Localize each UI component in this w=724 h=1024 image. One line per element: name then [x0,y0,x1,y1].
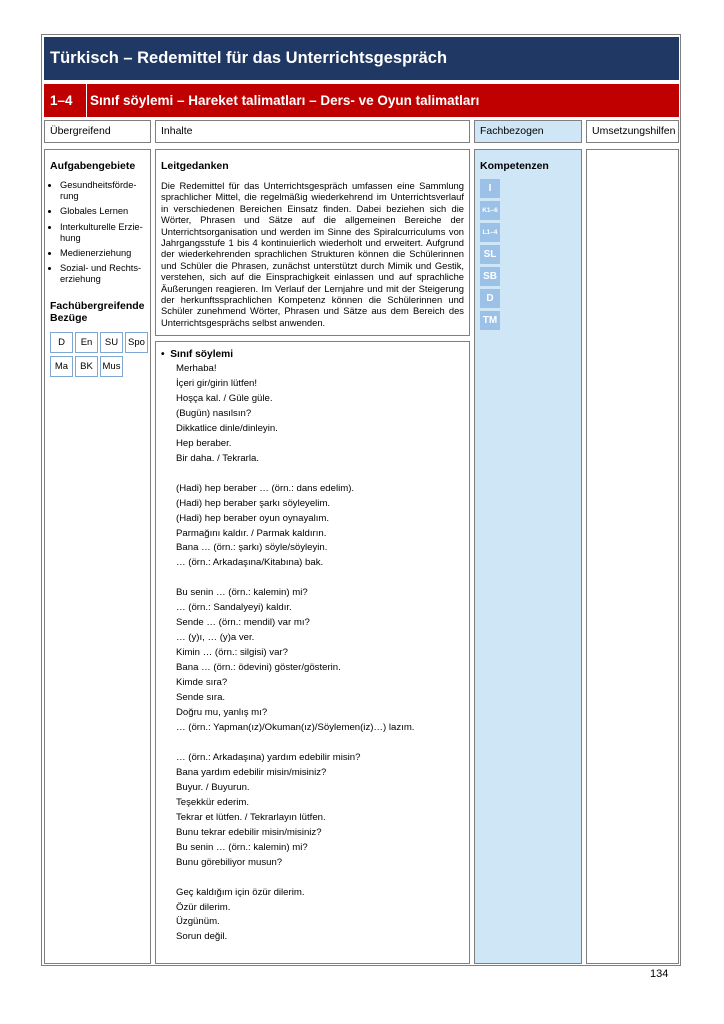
fachbezuege-tags: D En SU Spo Ma BK Mus [50,331,150,380]
phrase-list: Merhaba! İçeri gir/girin lütfen! Hoşça kal… [161,362,464,945]
fach-tag: Spo [125,331,148,353]
aufgabengebiete-list: Gesundheitsförde-rung Globales Lernen Inte… [50,180,145,286]
phrase-line: … (örn.: Arkadaşına/Kitabına) bak. [176,557,324,569]
phrase-line: Tekrar et lütfen. / Tekrarlayın lütfen. [176,811,326,823]
phrase-line: Doğru mu, yanlış mı? [176,707,268,719]
phrase-line: Hoşça kal. / Güle güle. [176,392,273,404]
leitgedanken-title: Leitgedanken [161,160,229,172]
phrase-line: Bana … (örn.: şarkı) söyle/söyleyin. [176,542,328,554]
phrase-line: Kimin … (örn.: silgisi) var? [176,647,288,659]
phrase-line: (Hadi) hep beraber oyun oynayalım. [176,512,330,524]
kompetenz-badges: I K1–6 L1–4 SL SB D TM [480,179,576,330]
fach-tag: Ma [50,355,73,377]
aufgabengebiete-title: Aufgabengebiete [50,160,136,172]
phrase-line: … (örn.: Yapman(ız)/Okuman(ız)/Söylemen(… [176,721,415,733]
aufgabengebiet-item: Sozial- und Rechts-erziehung [60,263,145,285]
phrase-line: Geç kaldığım için özür dilerim. [176,886,305,898]
header-uebergreifend: Übergreifend [44,120,151,143]
kompetenz-badge: SB [480,267,500,286]
phrase-line: Bunu tekrar edebilir misin/misiniz? [176,826,322,838]
phrases-heading: • Sınıf söylemi [161,349,234,360]
phrase-line: Bir daha. / Tekrarla. [176,452,260,464]
phrase-line: … (örn.: Sandalyeyi) kaldır. [176,602,292,614]
phrase-line: Sende … (örn.: mendil) var mı? [176,617,310,629]
kompetenz-badge: TM [480,311,500,330]
phrase-line: Bana … (örn.: ödevini) göster/gösterin. [176,662,341,674]
phrase-line: Özür dilerim. [176,901,231,913]
section-number: 1–4 [44,84,87,117]
aufgabengebiet-item: Globales Lernen [60,206,145,217]
kompetenz-badge: D [480,289,500,308]
section-header: 1–4 Sınıf söylemi – Hareket talimatları … [44,84,679,117]
phrase-group-gap [161,571,464,586]
phrase-group-gap [161,467,464,482]
phrase-line: (Hadi) hep beraber … (örn.: dans edelim)… [176,482,355,494]
phrase-line: Bana yardım edebilir misin/misiniz? [176,766,327,778]
phrase-line: (Hadi) hep beraber şarkı söyleyelim. [176,497,331,509]
fachuebergreifend-title: Fachübergreifende Bezüge [50,299,145,324]
phrase-line: Üzgünüm. [176,916,220,928]
phrase-line: (Bugün) nasılsın? [176,407,252,419]
header-fachbezogen: Fachbezogen [474,120,582,143]
fach-tag: BK [75,355,98,377]
phrase-line: Sorun değil. [176,931,228,943]
phrase-line: Bunu görebiliyor musun? [176,856,283,868]
phrase-line: Bu senin … (örn.: kalemin) mi? [176,841,308,853]
section-title: Sınıf söylemi – Hareket talimatları – De… [90,93,480,108]
leitgedanken-text: Die Redemittel für das Unterrichtsgesprä… [161,180,464,328]
page-number: 134 [650,968,669,980]
phrase-line: … (örn.: Arkadaşına) yardım edebilir mis… [176,751,361,763]
page-title: Türkisch – Redemittel für das Unterricht… [44,37,679,80]
aufgabengebiete-column: Aufgabengebiete Gesundheitsförde-rung Glo… [44,149,151,964]
phrase-line: Hep beraber. [176,437,232,449]
kompetenzen-column: Kompetenzen I K1–6 L1–4 SL SB D TM [474,149,582,964]
phrase-line: Teşekkür ederim. [176,796,250,808]
phrase-line: İçeri gir/girin lütfen! [176,377,258,389]
phrase-line: Merhaba! [176,363,217,374]
phrase-line: Bu senin … (örn.: kalemin) mi? [176,587,308,599]
phrase-line: … (y)ı, … (y)a ver. [176,632,255,644]
phrases-box: • Sınıf söylemi Merhaba! İçeri gir/girin … [155,341,470,964]
aufgabengebiet-item: Medienerziehung [60,248,145,259]
phrase-group-gap [161,871,464,886]
leitgedanken-box: Leitgedanken Die Redemittel für das Unte… [155,149,470,336]
fach-tag: Mus [100,355,123,377]
fach-tag: SU [100,331,123,353]
phrase-group-gap [161,736,464,751]
phrase-line: Sende sıra. [176,692,226,704]
phrase-line: Buyur. / Buyurun. [176,781,250,793]
aufgabengebiet-item: Interkulturelle Erzie-hung [60,222,145,244]
fach-tag: En [75,331,98,353]
aufgabengebiet-item: Gesundheitsförde-rung [60,180,145,202]
header-umsetzungshilfen: Umsetzungshilfen [586,120,679,143]
kompetenzen-title: Kompetenzen [480,160,549,172]
header-inhalte: Inhalte [155,120,470,143]
kompetenz-badge: I [480,179,500,198]
fach-tag: D [50,331,73,353]
phrase-line: Dikkatlice dinle/dinleyin. [176,422,278,434]
phrase-line: Parmağını kaldır. / Parmak kaldırın. [176,527,327,539]
kompetenz-badge: L1–4 [480,223,500,242]
kompetenz-badge: K1–6 [480,201,500,220]
umsetzungshilfen-column [586,149,679,964]
kompetenz-badge: SL [480,245,500,264]
phrases-heading-text: Sınıf söylemi [170,349,234,360]
phrase-line: Kimde sıra? [176,677,228,689]
